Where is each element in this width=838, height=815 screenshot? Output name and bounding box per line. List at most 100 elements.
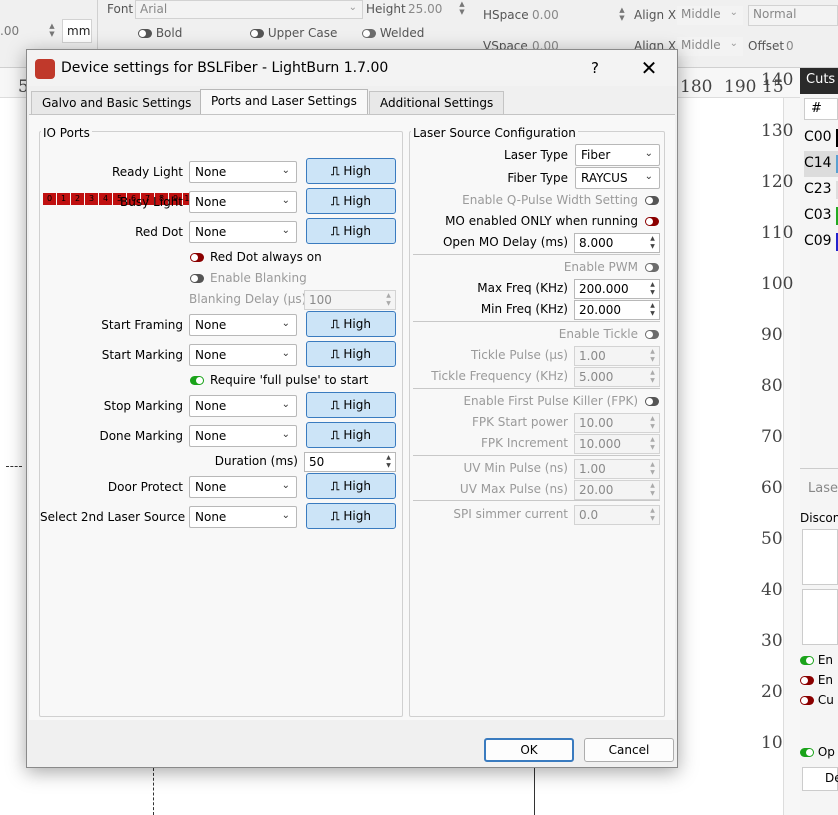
busy-light-select[interactable]: None ⌄ xyxy=(189,191,297,213)
ruler-tick-label: 100 xyxy=(761,274,794,294)
laser-panel-box[interactable] xyxy=(802,529,838,585)
fpk-toggle[interactable] xyxy=(645,397,659,406)
fpk-start-power-spinbox[interactable]: 10.00 ▲ ▼ xyxy=(574,413,660,433)
canvas-dashed-line xyxy=(153,768,154,815)
cu-toggle[interactable]: Cu xyxy=(800,693,834,707)
spin-arrows-icon: ▲ ▼ xyxy=(386,292,391,307)
uv-min-pulse-spinbox[interactable]: 1.00 ▲ ▼ xyxy=(574,459,660,479)
spin-arrows-icon: ▲ ▼ xyxy=(650,281,655,296)
upper-case-toggle[interactable]: Upper Case xyxy=(250,26,337,40)
stop-marking-level-button[interactable]: ⎍ High xyxy=(306,392,396,418)
ready-light-select[interactable]: None ⌄ xyxy=(189,161,297,183)
start-marking-level-button[interactable]: ⎍ High xyxy=(306,341,396,367)
level-label: High xyxy=(343,428,371,442)
spin-value: 20.00 xyxy=(579,483,614,497)
require-full-pulse-toggle[interactable]: Require 'full pulse' to start xyxy=(190,373,368,387)
fiber-type-select[interactable]: RAYCUS ⌄ xyxy=(575,167,660,189)
red-dot-level-button[interactable]: ⎍ High xyxy=(306,218,396,244)
welded-toggle[interactable]: Welded xyxy=(362,26,424,40)
fpk-increment-spinbox[interactable]: 10.000 ▲ ▼ xyxy=(574,434,660,454)
hspace-spin-arrows[interactable]: ▲ ▼ xyxy=(616,6,628,24)
cancel-button[interactable]: Cancel xyxy=(584,738,674,762)
font-select[interactable]: Arial ⌄ xyxy=(135,0,363,19)
max-freq-spinbox[interactable]: 200.000 ▲ ▼ xyxy=(574,279,660,299)
level-label: High xyxy=(343,224,371,238)
min-freq-spinbox[interactable]: 20.000 ▲ ▼ xyxy=(574,300,660,320)
tickle-frequency-spinbox[interactable]: 5.000 ▲ ▼ xyxy=(574,367,660,387)
toggle-icon xyxy=(800,656,814,665)
fpk-label: Enable First Pulse Killer (FPK) xyxy=(463,394,638,408)
unit-button[interactable]: mm xyxy=(62,19,92,43)
mo-only-toggle[interactable] xyxy=(645,217,659,226)
start-framing-level-button[interactable]: ⎍ High xyxy=(306,311,396,337)
height-value[interactable]: 25.00 xyxy=(408,2,442,16)
done-marking-level-button[interactable]: ⎍ High xyxy=(306,422,396,448)
select-value: None xyxy=(195,480,227,494)
help-button[interactable]: ? xyxy=(585,59,605,77)
pulse-icon: ⎍ xyxy=(331,509,340,523)
tab-ports-laser[interactable]: Ports and Laser Settings xyxy=(200,89,368,116)
spin-value: 1.00 xyxy=(579,349,606,363)
cut-row-c23[interactable]: C23 xyxy=(804,177,838,203)
select-2nd-laser-select[interactable]: None ⌄ xyxy=(189,506,297,528)
op-toggle[interactable]: Op xyxy=(800,745,835,759)
spin-arrows-icon: ▲ ▼ xyxy=(650,348,655,363)
en-toggle-1[interactable]: En xyxy=(800,653,833,667)
style-select[interactable]: Normal xyxy=(748,5,838,26)
laser-type-select[interactable]: Fiber ⌄ xyxy=(575,144,660,166)
qpulse-toggle[interactable] xyxy=(645,196,659,205)
height-label: Height xyxy=(366,2,406,16)
ok-button[interactable]: OK xyxy=(484,738,574,762)
laser-panel-box[interactable] xyxy=(802,589,838,645)
font-value: Arial xyxy=(140,2,168,16)
uv-max-pulse-spinbox[interactable]: 20.00 ▲ ▼ xyxy=(574,480,660,500)
enable-blanking-toggle[interactable]: Enable Blanking xyxy=(190,271,307,285)
stop-marking-select[interactable]: None ⌄ xyxy=(189,395,297,417)
offset-value[interactable]: 0 xyxy=(786,39,794,53)
tab-galvo-basic[interactable]: Galvo and Basic Settings xyxy=(31,91,203,115)
pulse-icon: ⎍ xyxy=(331,164,340,178)
done-marking-select[interactable]: None ⌄ xyxy=(189,425,297,447)
stop-marking-label: Stop Marking xyxy=(103,399,183,413)
height-spin-arrows[interactable]: ▲ ▼ xyxy=(456,0,468,18)
ready-light-level-button[interactable]: ⎍ High xyxy=(306,158,396,184)
enable-pwm-toggle[interactable] xyxy=(645,263,659,272)
cut-id: C14 xyxy=(804,155,832,171)
busy-light-level-button[interactable]: ⎍ High xyxy=(306,188,396,214)
en-toggle-2[interactable]: En xyxy=(800,673,833,687)
duration-spinbox[interactable]: 50 ▲ ▼ xyxy=(304,452,396,472)
close-icon[interactable]: ✕ xyxy=(637,56,661,80)
hspace-value[interactable]: 0.00 xyxy=(532,8,559,22)
tab-additional[interactable]: Additional Settings xyxy=(369,91,505,115)
bold-toggle[interactable]: Bold xyxy=(138,26,182,40)
alignx-select[interactable]: Middle ⌄ xyxy=(676,5,744,26)
select-value: None xyxy=(195,165,227,179)
toggle-icon xyxy=(800,676,814,685)
start-marking-select[interactable]: None ⌄ xyxy=(189,344,297,366)
red-dot-select[interactable]: None ⌄ xyxy=(189,221,297,243)
ruler-tick-label: 20 xyxy=(761,682,783,702)
cuts-column-header: # xyxy=(804,98,838,120)
ruler-tick-label: 70 xyxy=(761,427,783,447)
cut-row-c14[interactable]: C14 xyxy=(804,151,838,177)
cut-row-c09[interactable]: C09 xyxy=(804,229,838,255)
open-mo-delay-spinbox[interactable]: 8.000 ▲ ▼ xyxy=(574,233,660,253)
door-protect-level-button[interactable]: ⎍ High xyxy=(306,473,396,499)
left-spin-arrows[interactable]: ▲ ▼ xyxy=(46,22,58,40)
cut-row-c00[interactable]: C00 xyxy=(804,125,838,151)
select-2nd-laser-level-button[interactable]: ⎍ High xyxy=(306,503,396,529)
cut-row-c03[interactable]: C03 xyxy=(804,203,838,229)
spi-simmer-spinbox[interactable]: 0.0 ▲ ▼ xyxy=(574,505,660,525)
alignx2-select[interactable]: Middle ⌄ xyxy=(676,36,744,57)
ruler-tick-label: 140 xyxy=(761,70,794,90)
done-marking-label: Done Marking xyxy=(99,429,183,443)
de-button[interactable]: De xyxy=(802,767,838,791)
dialog-titlebar[interactable]: Device settings for BSLFiber - LightBurn… xyxy=(27,50,677,86)
ready-light-label: Ready Light xyxy=(111,165,183,179)
red-dot-always-on-toggle[interactable]: Red Dot always on xyxy=(190,250,322,264)
enable-tickle-toggle[interactable] xyxy=(645,330,659,339)
door-protect-select[interactable]: None ⌄ xyxy=(189,476,297,498)
blanking-delay-spinbox[interactable]: 100 ▲ ▼ xyxy=(304,290,396,310)
start-framing-select[interactable]: None ⌄ xyxy=(189,314,297,336)
tickle-pulse-spinbox[interactable]: 1.00 ▲ ▼ xyxy=(574,346,660,366)
